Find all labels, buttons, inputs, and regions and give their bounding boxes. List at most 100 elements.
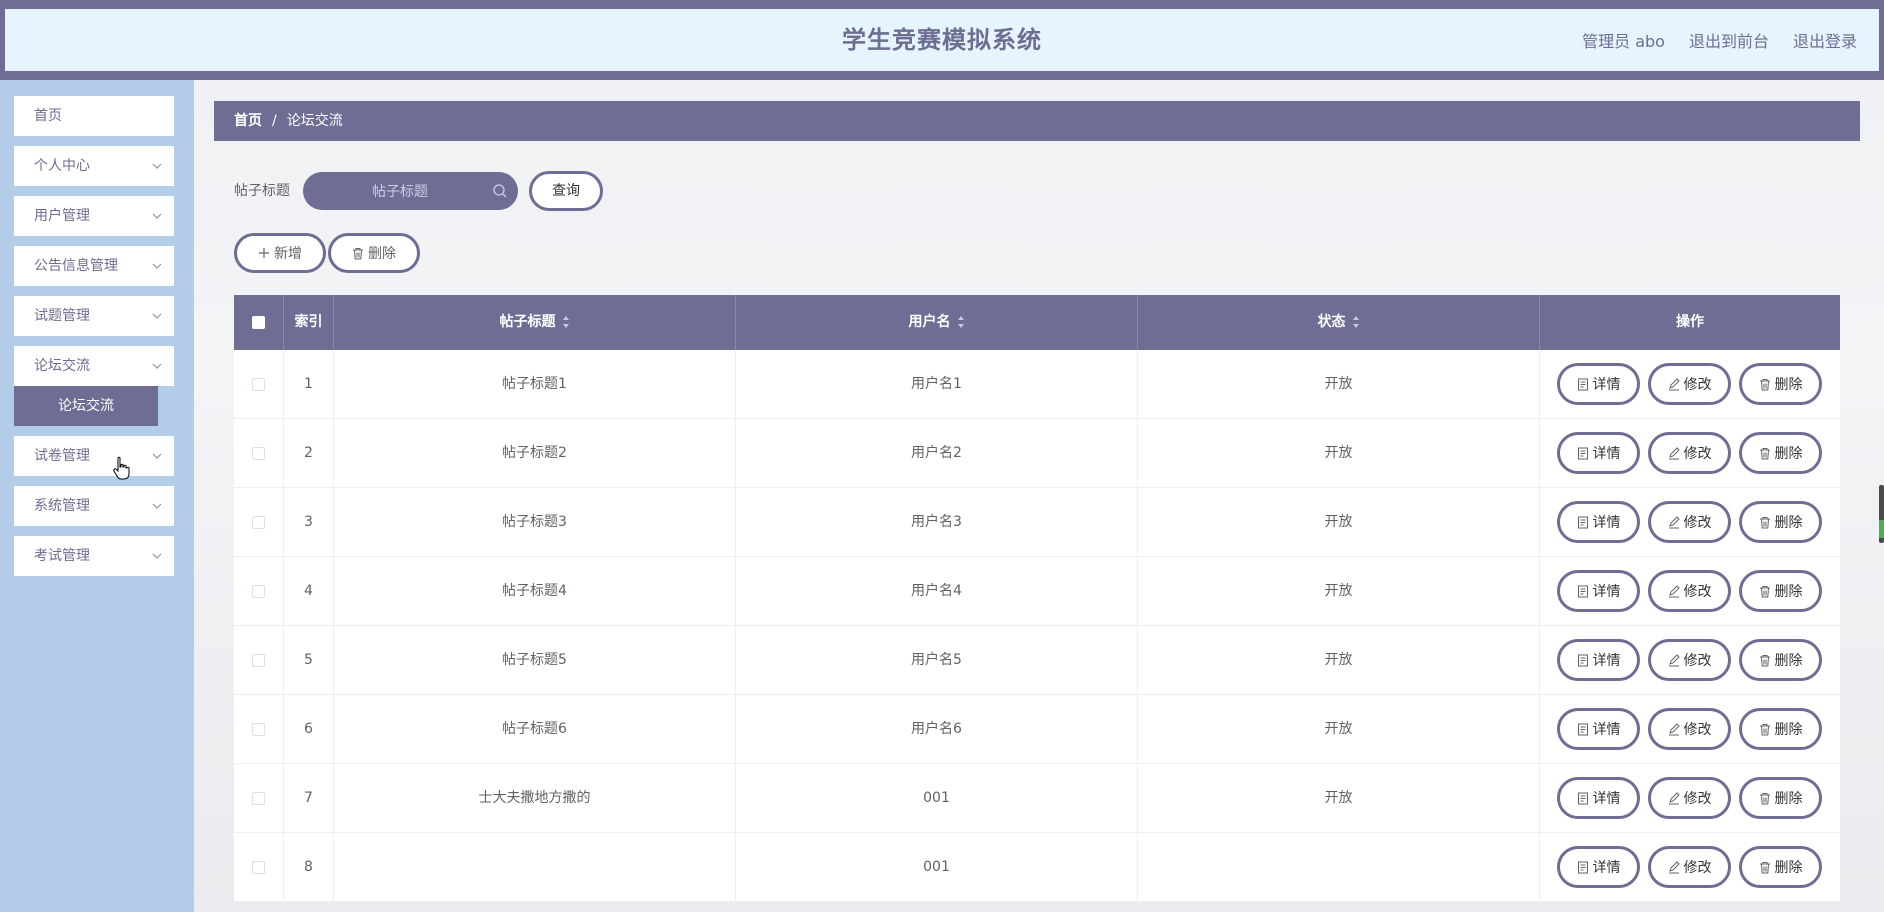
row-checkbox[interactable] xyxy=(252,515,265,529)
sidebar-item-label: 公告信息管理 xyxy=(34,258,118,274)
delete-button-label: 删除 xyxy=(1774,791,1803,807)
delete-button[interactable]: 删除 xyxy=(1739,639,1822,681)
edit-button[interactable]: 修改 xyxy=(1648,501,1731,543)
delete-button-label: 删除 xyxy=(1774,377,1803,393)
detail-button[interactable]: 详情 xyxy=(1557,639,1640,681)
breadcrumb-current: 论坛交流 xyxy=(286,113,343,129)
sort-icon[interactable] xyxy=(1352,315,1360,329)
edit-button[interactable]: 修改 xyxy=(1648,432,1731,474)
edit-button[interactable]: 修改 xyxy=(1648,639,1731,681)
search-icon xyxy=(493,184,507,198)
detail-button-label: 详情 xyxy=(1592,791,1621,807)
edit-icon xyxy=(1668,791,1680,804)
cell-index: 4 xyxy=(284,557,334,625)
detail-button-label: 详情 xyxy=(1592,860,1621,876)
row-checkbox[interactable] xyxy=(252,791,265,805)
hand-cursor-icon xyxy=(113,456,130,480)
column-header-index: 索引 xyxy=(284,295,334,350)
row-checkbox[interactable] xyxy=(252,653,265,667)
edit-button-label: 修改 xyxy=(1683,860,1712,876)
cell-index: 8 xyxy=(284,833,334,901)
bulk-delete-button[interactable]: 删除 xyxy=(328,233,420,273)
sidebar-item-personal-center[interactable]: 个人中心 xyxy=(14,146,174,186)
cell-operations: 详情 修改 删除 xyxy=(1540,488,1840,556)
query-button[interactable]: 查询 xyxy=(529,171,603,211)
delete-button[interactable]: 删除 xyxy=(1739,501,1822,543)
edit-button[interactable]: 修改 xyxy=(1648,708,1731,750)
search-input[interactable] xyxy=(313,172,487,212)
edit-button[interactable]: 修改 xyxy=(1648,570,1731,612)
sidebar-item-home[interactable]: 首页 xyxy=(14,96,174,136)
document-icon xyxy=(1577,654,1588,666)
column-header-title[interactable]: 帖子标题 xyxy=(334,295,736,350)
bulk-delete-button-label: 删除 xyxy=(368,246,396,262)
edit-button-label: 修改 xyxy=(1683,791,1712,807)
add-button[interactable]: 新增 xyxy=(234,233,326,273)
breadcrumb-home[interactable]: 首页 xyxy=(234,113,262,129)
delete-button[interactable]: 删除 xyxy=(1739,708,1822,750)
sidebar-item-label: 用户管理 xyxy=(34,208,90,224)
detail-button[interactable]: 详情 xyxy=(1557,363,1640,405)
table-row: 3 帖子标题3 用户名3 开放 详情 修改 删除 xyxy=(234,488,1840,557)
edit-button-label: 修改 xyxy=(1683,653,1712,669)
edit-button[interactable]: 修改 xyxy=(1648,846,1731,888)
detail-button[interactable]: 详情 xyxy=(1557,570,1640,612)
header: 学生竞赛模拟系统 管理员 abo 退出到前台 退出登录 xyxy=(5,9,1879,71)
cell-username: 用户名1 xyxy=(736,350,1138,418)
edit-icon xyxy=(1668,377,1680,390)
sidebar-item-announcement-management[interactable]: 公告信息管理 xyxy=(14,246,174,286)
cell-operations: 详情 修改 删除 xyxy=(1540,350,1840,418)
chevron-down-icon xyxy=(150,296,164,336)
delete-button[interactable]: 删除 xyxy=(1739,570,1822,612)
sidebar-item-exam-paper-management[interactable]: 试卷管理 xyxy=(14,436,174,476)
row-checkbox[interactable] xyxy=(252,584,265,598)
sidebar-item-forum[interactable]: 论坛交流 xyxy=(14,346,174,386)
logout-link[interactable]: 退出登录 xyxy=(1793,28,1857,52)
detail-button-label: 详情 xyxy=(1592,722,1621,738)
table-row: 5 帖子标题5 用户名5 开放 详情 修改 删除 xyxy=(234,626,1840,695)
row-select-cell xyxy=(234,626,284,694)
row-select-cell xyxy=(234,557,284,625)
row-checkbox[interactable] xyxy=(252,377,265,391)
cell-username: 001 xyxy=(736,764,1138,832)
sort-icon[interactable] xyxy=(562,315,570,329)
detail-button[interactable]: 详情 xyxy=(1557,777,1640,819)
sidebar-item-exam-management[interactable]: 考试管理 xyxy=(14,536,174,576)
row-checkbox[interactable] xyxy=(252,860,265,874)
row-select-cell xyxy=(234,764,284,832)
row-checkbox[interactable] xyxy=(252,446,265,460)
cell-title xyxy=(334,833,736,901)
document-icon xyxy=(1577,792,1588,804)
sidebar-item-system-management[interactable]: 系统管理 xyxy=(14,486,174,526)
sidebar-item-question-management[interactable]: 试题管理 xyxy=(14,296,174,336)
detail-button-label: 详情 xyxy=(1592,377,1621,393)
edit-button[interactable]: 修改 xyxy=(1648,363,1731,405)
cell-username: 用户名5 xyxy=(736,626,1138,694)
detail-button[interactable]: 详情 xyxy=(1557,432,1640,474)
trash-icon xyxy=(353,247,363,259)
column-header-status[interactable]: 状态 xyxy=(1138,295,1540,350)
cell-title: 帖子标题6 xyxy=(334,695,736,763)
table-row: 8 001 详情 修改 删除 xyxy=(234,833,1840,902)
detail-button[interactable]: 详情 xyxy=(1557,708,1640,750)
submenu-item-forum[interactable]: 论坛交流 xyxy=(14,386,158,426)
row-checkbox[interactable] xyxy=(252,722,265,736)
detail-button-label: 详情 xyxy=(1592,446,1621,462)
cell-operations: 详情 修改 删除 xyxy=(1540,419,1840,487)
delete-button[interactable]: 删除 xyxy=(1739,846,1822,888)
sort-icon[interactable] xyxy=(957,315,965,329)
sidebar-item-label: 试卷管理 xyxy=(34,448,90,464)
column-header-username[interactable]: 用户名 xyxy=(736,295,1138,350)
delete-button-label: 删除 xyxy=(1774,722,1803,738)
exit-to-front-link[interactable]: 退出到前台 xyxy=(1689,28,1769,52)
sidebar-item-user-management[interactable]: 用户管理 xyxy=(14,196,174,236)
detail-button[interactable]: 详情 xyxy=(1557,501,1640,543)
delete-button[interactable]: 删除 xyxy=(1739,432,1822,474)
delete-button[interactable]: 删除 xyxy=(1739,363,1822,405)
select-all-checkbox[interactable] xyxy=(252,315,265,329)
delete-button[interactable]: 删除 xyxy=(1739,777,1822,819)
plus-icon xyxy=(259,248,269,258)
cell-status: 开放 xyxy=(1138,764,1540,832)
detail-button[interactable]: 详情 xyxy=(1557,846,1640,888)
edit-button[interactable]: 修改 xyxy=(1648,777,1731,819)
